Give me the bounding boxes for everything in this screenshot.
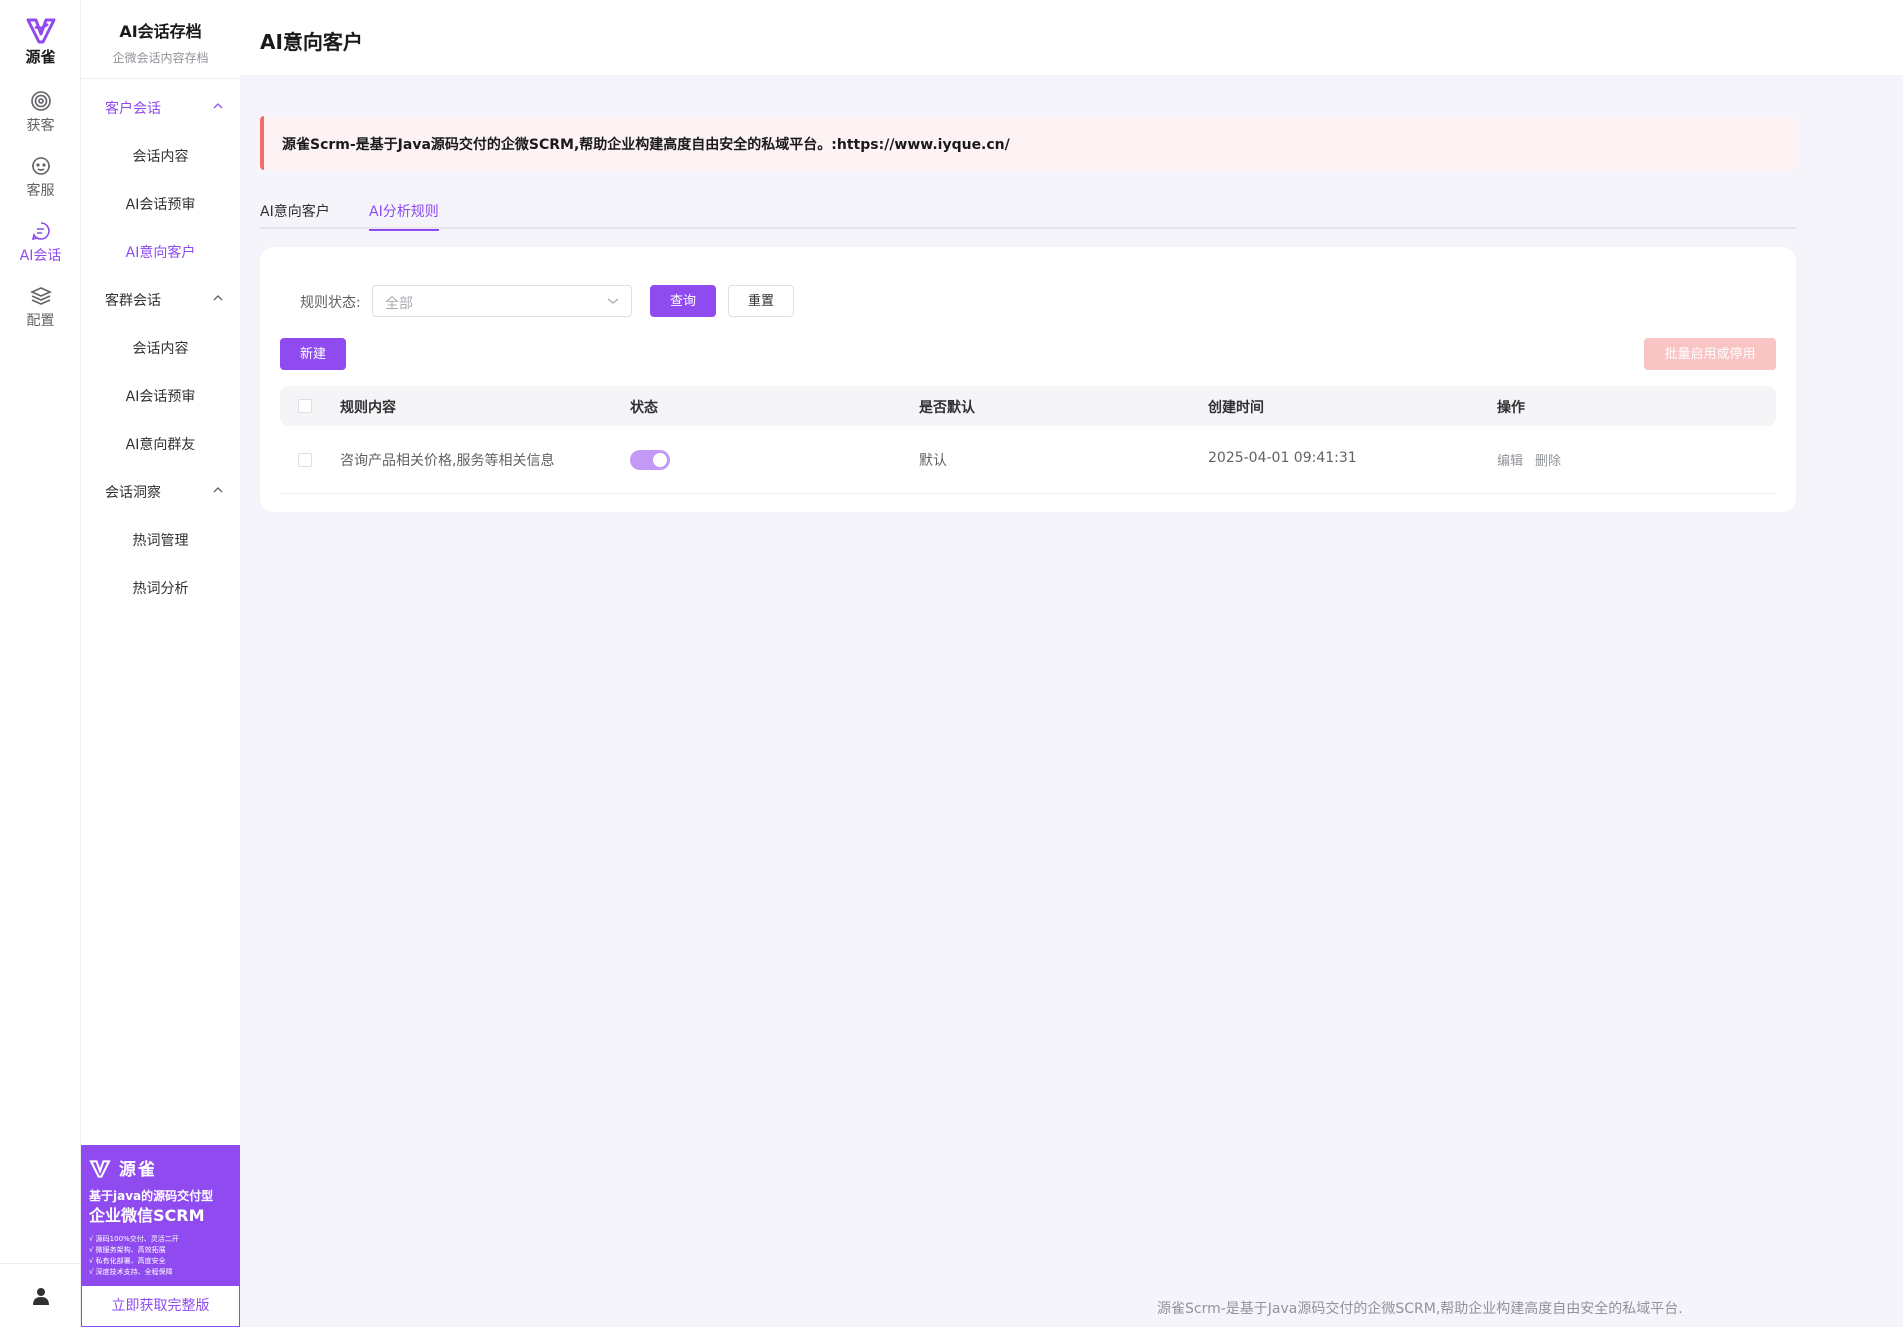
menu-group-customer-chat[interactable]: 客户会话 xyxy=(105,98,225,118)
chevron-up-icon xyxy=(213,487,223,493)
rail-item-label: 客服 xyxy=(26,183,55,199)
rail-item-label: AI会话 xyxy=(19,248,62,264)
menu-item-ai-review[interactable]: AI会话预审 xyxy=(81,194,240,214)
reset-button[interactable]: 重置 xyxy=(728,285,794,317)
rail-item-service[interactable]: 客服 xyxy=(0,155,81,200)
rule-content: 咨询产品相关价格,服务等相关信息 xyxy=(340,453,555,469)
promo-brand: 源雀 xyxy=(89,1155,157,1180)
logo-text: 源雀 xyxy=(25,48,56,66)
menu-group-insight[interactable]: 会话洞察 xyxy=(105,482,225,502)
logo-icon xyxy=(89,1160,111,1178)
promo-panel: 源雀 基于java的源码交付型 企业微信SCRM √ 源码100%交付、灵活二开… xyxy=(81,1145,240,1285)
promo-bullet: √ 源码100%交付、灵活二开 xyxy=(89,1235,179,1243)
menu-group-label: 客群会话 xyxy=(105,293,161,309)
menu-item-ai-intent-member[interactable]: AI意向群友 xyxy=(81,434,240,454)
column-header: 创建时间 xyxy=(1208,400,1264,416)
table-header: 规则内容 状态 是否默认 创建时间 操作 xyxy=(280,386,1776,426)
status-select-value: 全部 xyxy=(385,296,413,312)
page-title: AI意向客户 xyxy=(260,30,363,54)
logo-icon xyxy=(26,18,55,44)
rules-card: 规则状态: 全部 查询 重置 新建 批量启用或停用 规则内容 状态 是否默认 创… xyxy=(260,247,1796,512)
sub-menu-header: AI会话存档 企微会话内容存档 xyxy=(81,18,240,66)
status-switch[interactable] xyxy=(630,450,670,470)
get-full-version-button[interactable]: 立即获取完整版 xyxy=(81,1285,240,1327)
rail-item-label: 获客 xyxy=(26,118,55,134)
promo-brand-text: 源雀 xyxy=(118,1160,157,1180)
layers-icon xyxy=(29,287,52,305)
service-face-icon xyxy=(31,157,50,175)
query-button[interactable]: 查询 xyxy=(650,285,716,317)
column-header: 操作 xyxy=(1497,400,1525,416)
tab-bar: AI意向客户 AI分析规则 xyxy=(260,195,1796,231)
tab-ai-analysis-rules[interactable]: AI分析规则 xyxy=(369,201,439,231)
sub-menu: AI会话存档 企微会话内容存档 客户会话 会话内容 AI会话预审 AI意向客户 … xyxy=(81,0,240,1327)
new-button[interactable]: 新建 xyxy=(280,338,346,370)
menu-item-group-ai-review[interactable]: AI会话预审 xyxy=(81,386,240,406)
menu-group-label: 会话洞察 xyxy=(105,485,161,501)
page-header: AI意向客户 xyxy=(240,0,1903,75)
tab-ai-intent-customer[interactable]: AI意向客户 xyxy=(260,201,330,229)
menu-item-chat-content[interactable]: 会话内容 xyxy=(81,146,240,166)
menu-item-hotword-manage[interactable]: 热词管理 xyxy=(81,530,240,550)
switch-knob xyxy=(653,453,667,467)
notice-banner: 源雀Scrm-是基于Java源码交付的企微SCRM,帮助企业构建高度自由安全的私… xyxy=(260,116,1796,170)
menu-group-group-chat[interactable]: 客群会话 xyxy=(105,290,225,310)
target-icon xyxy=(30,91,51,111)
table-row: 咨询产品相关价格,服务等相关信息 默认 2025-04-01 09:41:31 … xyxy=(280,426,1776,494)
rail-item-acquire[interactable]: 获客 xyxy=(0,90,81,135)
rail-item-label: 配置 xyxy=(26,313,55,329)
menu-item-group-chat-content[interactable]: 会话内容 xyxy=(81,338,240,358)
promo-banner: 源雀 基于java的源码交付型 企业微信SCRM √ 源码100%交付、灵活二开… xyxy=(81,1145,240,1327)
rail-item-config[interactable]: 配置 xyxy=(0,285,81,330)
user-menu[interactable] xyxy=(0,1263,81,1327)
created-time: 2025-04-01 09:41:31 xyxy=(1208,450,1357,466)
column-header: 规则内容 xyxy=(340,400,396,416)
column-header: 是否默认 xyxy=(919,400,975,416)
promo-headline: 企业微信SCRM xyxy=(89,1206,205,1225)
promo-bullet: √ 私有化部署、高度安全 xyxy=(89,1257,166,1265)
chevron-up-icon xyxy=(213,103,223,109)
row-checkbox[interactable] xyxy=(298,453,312,467)
select-all-checkbox[interactable] xyxy=(298,399,312,413)
batch-toggle-button[interactable]: 批量启用或停用 xyxy=(1644,338,1776,370)
default-flag: 默认 xyxy=(919,453,947,469)
rail-item-ai-chat[interactable]: AI会话 xyxy=(0,220,81,265)
menu-item-hotword-analysis[interactable]: 热词分析 xyxy=(81,578,240,598)
status-filter-label: 规则状态: xyxy=(300,295,361,311)
sub-menu-subtitle: 企微会话内容存档 xyxy=(112,51,209,65)
chevron-down-icon xyxy=(607,298,619,304)
divider xyxy=(81,78,240,79)
app-logo[interactable]: 源雀 xyxy=(0,18,81,67)
status-select[interactable]: 全部 xyxy=(372,285,632,317)
chat-icon xyxy=(31,222,50,241)
sub-menu-title: AI会话存档 xyxy=(119,22,202,41)
icon-rail: 源雀 获客 客服 AI会话 配置 xyxy=(0,0,81,1327)
column-header: 状态 xyxy=(630,400,658,416)
user-icon xyxy=(33,1288,49,1305)
menu-group-label: 客户会话 xyxy=(105,101,161,117)
promo-bullet: √ 微服务架构、高效拓展 xyxy=(89,1246,166,1254)
footer-text: 源雀Scrm-是基于Java源码交付的企微SCRM,帮助企业构建高度自由安全的私… xyxy=(1157,1301,1683,1317)
chevron-up-icon xyxy=(213,295,223,301)
promo-bullet: √ 深度技术支持、全程保障 xyxy=(89,1268,173,1276)
menu-item-ai-intent-customer[interactable]: AI意向客户 xyxy=(81,242,240,262)
delete-link[interactable]: 删除 xyxy=(1535,450,1561,469)
notice-text: 源雀Scrm-是基于Java源码交付的企微SCRM,帮助企业构建高度自由安全的私… xyxy=(282,137,1010,153)
edit-link[interactable]: 编辑 xyxy=(1497,450,1523,469)
